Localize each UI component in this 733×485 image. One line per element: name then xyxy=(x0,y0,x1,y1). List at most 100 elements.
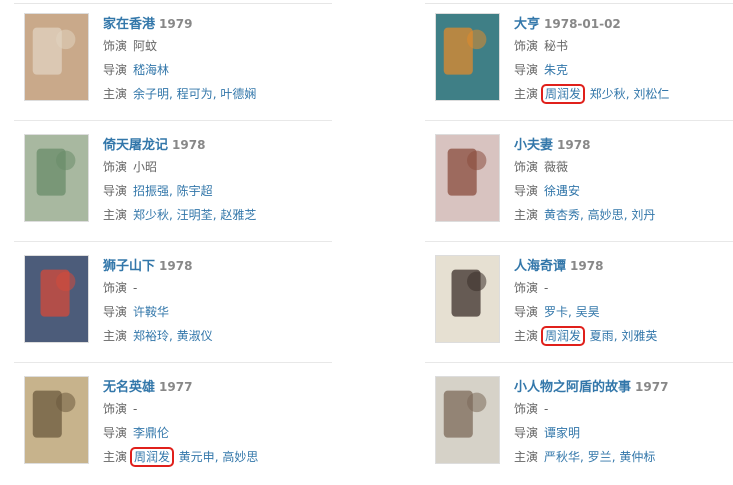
director-row: 导演 罗卡, 吴昊 xyxy=(514,300,733,324)
role-row: 饰演 小昭 xyxy=(103,155,332,179)
separator: , xyxy=(169,184,177,198)
person-link[interactable]: 招振强 xyxy=(133,184,169,198)
film-title-row: 小夫妻 1978 xyxy=(514,135,733,155)
person-link[interactable]: 刘松仁 xyxy=(633,87,669,101)
film-info: 人海奇谭 1978 饰演 - 导演 罗卡, 吴昊 主演 周润发, 夏雨, 刘雅英 xyxy=(514,256,733,348)
film-poster[interactable] xyxy=(435,376,500,464)
film-info: 狮子山下 1978 饰演 - 导演 许鞍华 主演 郑裕玲, 黄淑仪 xyxy=(103,256,332,348)
film-item: 人海奇谭 1978 饰演 - 导演 罗卡, 吴昊 主演 周润发, 夏雨, 刘雅英 xyxy=(425,242,733,363)
director-label: 导演 xyxy=(103,63,128,77)
director-row: 导演 朱克 xyxy=(514,58,733,82)
role-label: 饰演 xyxy=(514,160,539,174)
person-link[interactable]: 夏雨 xyxy=(590,329,614,343)
director-label: 导演 xyxy=(514,63,539,77)
separator: , xyxy=(582,87,590,101)
role-value: 小昭 xyxy=(133,160,158,174)
person-link[interactable]: 高妙思 xyxy=(222,450,258,464)
person-link[interactable]: 郑少秋 xyxy=(590,87,626,101)
film-poster[interactable] xyxy=(435,134,500,222)
person-link[interactable]: 许鞍华 xyxy=(133,305,169,319)
role-row: 饰演 阿蚊 xyxy=(103,34,332,58)
person-link[interactable]: 陈宇超 xyxy=(177,184,213,198)
film-info: 家在香港 1979 饰演 阿蚊 导演 嵇海林 主演 余子明, 程可为, 叶德娴 xyxy=(103,14,332,106)
director-row: 导演 李鼎伦 xyxy=(103,421,332,445)
role-row: 饰演 秘书 xyxy=(514,34,733,58)
person-link[interactable]: 黄杏秀 xyxy=(544,208,580,222)
film-poster[interactable] xyxy=(24,13,89,101)
film-title-link[interactable]: 倚天屠龙记 xyxy=(103,138,168,153)
person-link[interactable]: 朱克 xyxy=(544,63,568,77)
person-link[interactable]: 刘雅英 xyxy=(621,329,657,343)
person-link[interactable]: 程可为 xyxy=(177,87,213,101)
film-poster[interactable] xyxy=(435,13,500,101)
cast-row: 主演 周润发, 夏雨, 刘雅英 xyxy=(514,324,733,348)
director-list: 罗卡, 吴昊 xyxy=(544,305,600,319)
cast-label: 主演 xyxy=(514,450,539,464)
director-list: 朱克 xyxy=(544,63,568,77)
person-link[interactable]: 吴昊 xyxy=(576,305,600,319)
film-item: 小夫妻 1978 饰演 薇薇 导演 徐遇安 主演 黄杏秀, 高妙思, 刘丹 xyxy=(425,121,733,242)
film-item: 无名英雄 1977 饰演 - 导演 李鼎伦 主演 周润发, 黄元申, 高妙思 xyxy=(14,363,332,484)
film-info: 大亨 1978-01-02 饰演 秘书 导演 朱克 主演 周润发, 郑少秋, 刘松仁 xyxy=(514,14,733,106)
film-title-link[interactable]: 人海奇谭 xyxy=(514,259,566,274)
film-title-link[interactable]: 家在香港 xyxy=(103,17,155,32)
poster-image xyxy=(25,14,88,100)
film-title-row: 狮子山下 1978 xyxy=(103,256,332,276)
film-poster[interactable] xyxy=(24,134,89,222)
cast-list: 黄杏秀, 高妙思, 刘丹 xyxy=(544,208,655,222)
film-item: 狮子山下 1978 饰演 - 导演 许鞍华 主演 郑裕玲, 黄淑仪 xyxy=(14,242,332,363)
film-title-link[interactable]: 狮子山下 xyxy=(103,259,155,274)
person-link[interactable]: 李鼎伦 xyxy=(133,426,169,440)
role-label: 饰演 xyxy=(103,160,128,174)
film-poster[interactable] xyxy=(435,255,500,343)
film-poster[interactable] xyxy=(24,376,89,464)
film-item: 大亨 1978-01-02 饰演 秘书 导演 朱克 主演 周润发, 郑少秋, 刘松仁 xyxy=(425,0,733,121)
person-link[interactable]: 黄淑仪 xyxy=(177,329,213,343)
person-link[interactable]: 郑裕玲 xyxy=(133,329,169,343)
person-link[interactable]: 高妙思 xyxy=(588,208,624,222)
director-row: 导演 招振强, 陈宇超 xyxy=(103,179,332,203)
film-year: 1978 xyxy=(557,138,591,152)
person-link[interactable]: 罗兰 xyxy=(588,450,612,464)
film-poster[interactable] xyxy=(24,255,89,343)
person-link[interactable]: 汪明荃 xyxy=(177,208,213,222)
person-link[interactable]: 叶德娴 xyxy=(220,87,256,101)
person-link[interactable]: 郑少秋 xyxy=(133,208,169,222)
role-label: 饰演 xyxy=(103,39,128,53)
film-year: 1978 xyxy=(172,138,206,152)
person-link[interactable]: 谭家明 xyxy=(544,426,580,440)
role-value: 阿蚊 xyxy=(133,39,158,53)
separator: , xyxy=(169,208,177,222)
person-link-highlighted[interactable]: 周润发 xyxy=(541,326,586,346)
person-link[interactable]: 徐遇安 xyxy=(544,184,580,198)
person-link[interactable]: 黄仲标 xyxy=(619,450,655,464)
director-list: 李鼎伦 xyxy=(133,426,169,440)
poster-image xyxy=(25,135,88,221)
person-link[interactable]: 严秋华 xyxy=(544,450,580,464)
person-link[interactable]: 余子明 xyxy=(133,87,169,101)
film-title-link[interactable]: 小人物之阿盾的故事 xyxy=(514,380,631,395)
film-item: 小人物之阿盾的故事 1977 饰演 - 导演 谭家明 主演 严秋华, 罗兰, 黄仲标 xyxy=(425,363,733,484)
cast-list: 周润发, 夏雨, 刘雅英 xyxy=(541,326,657,346)
person-link[interactable]: 刘丹 xyxy=(631,208,655,222)
cast-row: 主演 余子明, 程可为, 叶德娴 xyxy=(103,82,332,106)
role-value: 秘书 xyxy=(544,39,569,53)
person-link[interactable]: 赵雅芝 xyxy=(220,208,256,222)
person-link[interactable]: 黄元申 xyxy=(179,450,215,464)
role-label: 饰演 xyxy=(514,281,539,295)
poster-image xyxy=(436,377,499,463)
person-link-highlighted[interactable]: 周润发 xyxy=(130,447,175,467)
person-link-highlighted[interactable]: 周润发 xyxy=(541,84,586,104)
film-title-link[interactable]: 无名英雄 xyxy=(103,380,155,395)
role-row: 饰演 - xyxy=(103,276,332,300)
cast-row: 主演 严秋华, 罗兰, 黄仲标 xyxy=(514,445,733,469)
person-link[interactable]: 嵇海林 xyxy=(133,63,169,77)
person-link[interactable]: 罗卡 xyxy=(544,305,568,319)
poster-image xyxy=(25,256,88,342)
director-row: 导演 谭家明 xyxy=(514,421,733,445)
film-title-link[interactable]: 小夫妻 xyxy=(514,138,553,153)
role-row: 饰演 - xyxy=(514,276,733,300)
role-label: 饰演 xyxy=(103,402,128,416)
film-year: 1977 xyxy=(159,380,193,394)
film-title-link[interactable]: 大亨 xyxy=(514,17,540,32)
